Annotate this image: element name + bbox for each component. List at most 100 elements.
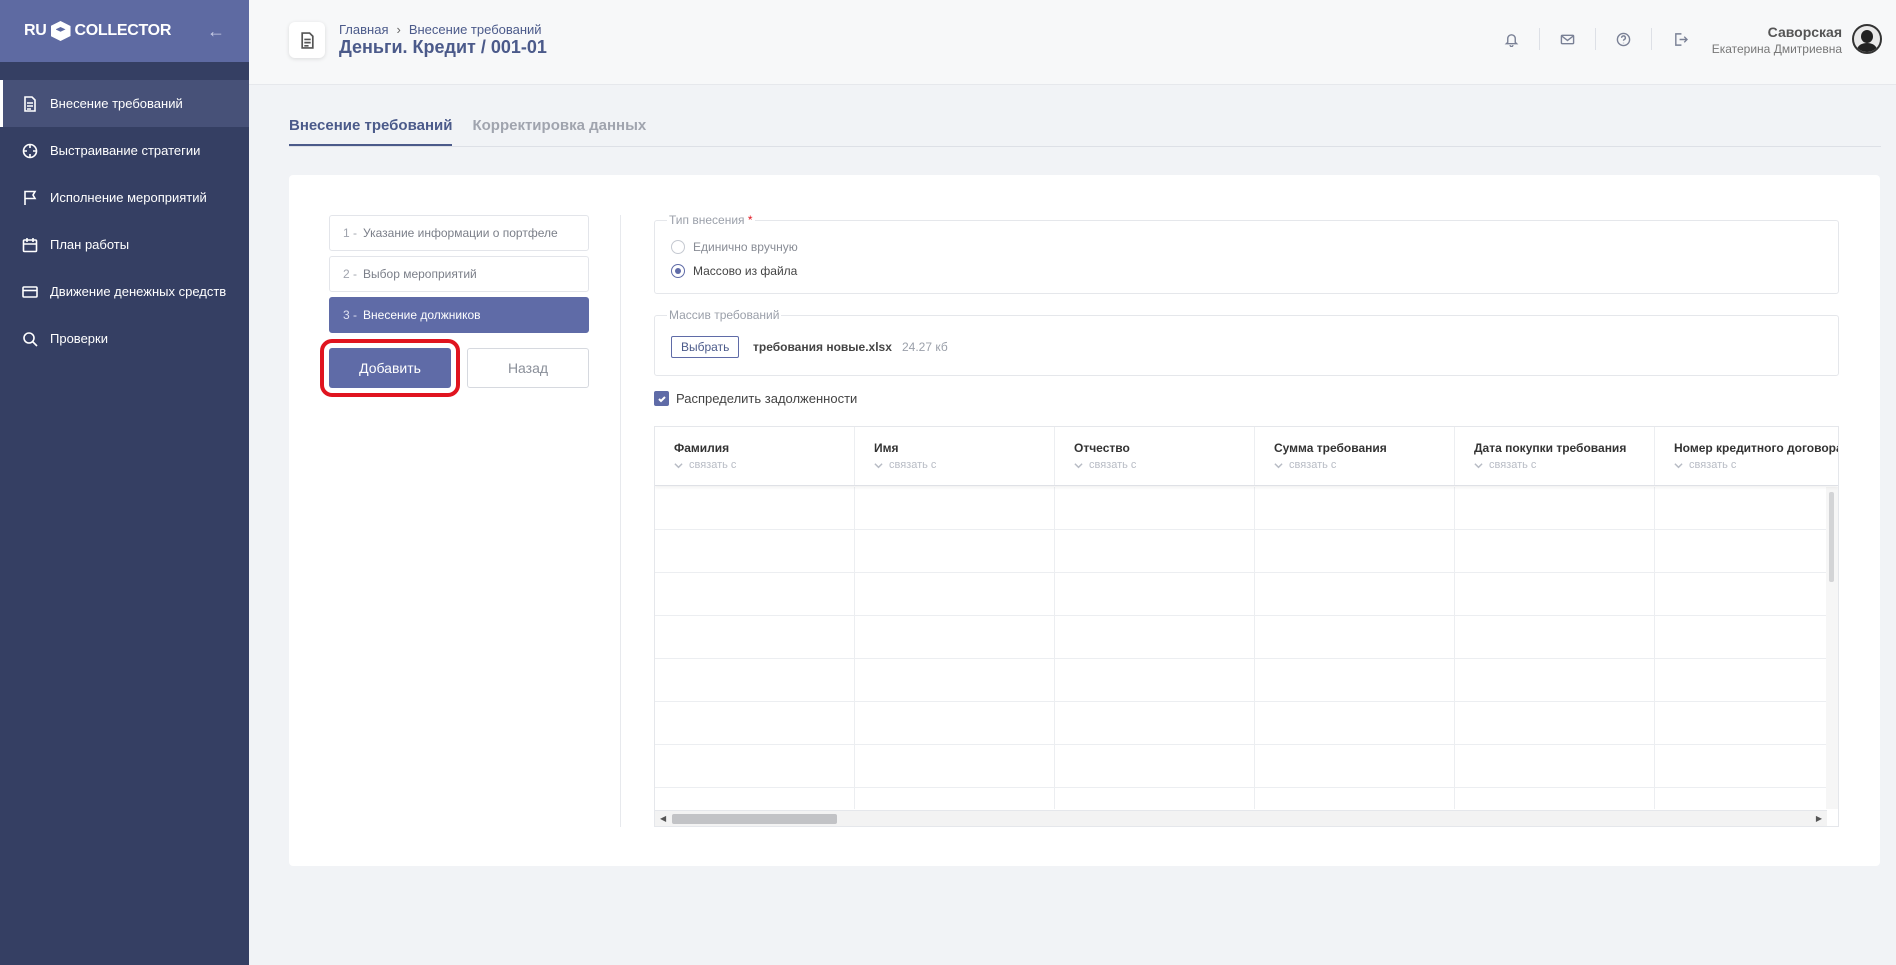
vertical-scrollbar-thumb[interactable] [1829,492,1834,582]
radio-button-unchecked[interactable] [671,240,685,254]
bell-icon[interactable] [1484,28,1540,50]
user-info[interactable]: Саворская Екатерина Дмитриевна [1712,24,1842,56]
chevron-down-icon [1474,462,1483,468]
file-legend: Массив требований [667,308,782,322]
mail-icon[interactable] [1540,28,1596,50]
flag-icon [22,190,38,206]
sidebar-item-label: Выстраивание стратегии [50,143,201,158]
scroll-right-arrow-icon[interactable]: ▶ [1816,814,1822,823]
tabs: Внесение требований Корректировка данных [289,117,1881,147]
logout-icon[interactable] [1652,28,1708,50]
steps-list: 1 - Указание информации о портфеле 2 - В… [329,215,589,338]
horizontal-scrollbar[interactable]: ◀ ▶ [655,810,1827,826]
breadcrumb-current[interactable]: Внесение требований [409,22,542,37]
breadcrumb-separator: › [396,22,401,37]
mapping-table: Фамилия связать с Имя связать с Отчество… [654,426,1839,827]
header-icons [1484,28,1708,50]
sidebar-item-strategy[interactable]: Выстраивание стратегии [0,127,249,174]
avatar[interactable] [1852,24,1882,54]
sidebar-item-cash-flow[interactable]: Движение денежных средств [0,268,249,315]
file-name: требования новые.xlsx [753,340,892,354]
link-with-dropdown[interactable]: связать с [874,459,1054,471]
checkbox-checked[interactable] [654,391,669,406]
back-button[interactable]: Назад [467,348,589,388]
column-title: Отчество [1074,441,1130,455]
breadcrumb-home[interactable]: Главная [339,22,388,37]
check-icon [657,395,666,402]
table-body [655,487,1827,809]
table-row [655,530,1827,573]
link-text: связать с [1489,459,1537,471]
column-title: Фамилия [674,441,730,455]
scroll-left-arrow-icon[interactable]: ◀ [660,814,666,823]
help-icon[interactable] [1596,28,1652,50]
top-header: Главная › Внесение требований Деньги. Кр… [249,0,1896,85]
radio-label: Массово из файла [693,264,798,278]
link-with-dropdown[interactable]: связать с [1474,459,1654,471]
choose-file-button[interactable]: Выбрать [671,336,740,358]
link-with-dropdown[interactable]: связать с [1274,459,1454,471]
tab-data-correction[interactable]: Корректировка данных [472,117,646,146]
sidebar-item-label: Исполнение мероприятий [50,190,207,205]
column-header-amount: Сумма требования связать с [1255,427,1455,485]
radio-button-checked[interactable] [671,264,685,278]
step-portfolio-info[interactable]: 1 - Указание информации о портфеле [329,215,589,251]
sidebar-item-requirements[interactable]: Внесение требований [0,80,249,127]
step-label: Выбор мероприятий [363,267,477,281]
sidebar-item-label: План работы [50,237,130,252]
table-row [655,745,1827,788]
sidebar-item-checks[interactable]: Проверки [0,315,249,362]
table-row [655,573,1827,616]
link-text: связать с [689,459,737,471]
credit-card-icon [22,284,38,300]
horizontal-scrollbar-thumb[interactable] [672,814,837,824]
logo-text-left: RU [24,22,47,39]
page-document-icon [289,22,325,58]
column-header-contract-number: Номер кредитного договора связать с [1655,427,1838,485]
sidebar-item-label: Внесение требований [50,96,183,111]
column-header-purchase-date: Дата покупки требования связать с [1455,427,1655,485]
sidebar-header: RU COLLECTOR ← [0,0,249,62]
user-last-name: Саворская [1767,24,1842,40]
add-button[interactable]: Добавить [320,339,460,397]
link-with-dropdown[interactable]: связать с [674,459,854,471]
distribute-debts-checkbox[interactable]: Распределить задолженности [654,391,857,406]
sidebar-nav: Внесение требований Выстраивание стратег… [0,80,249,362]
table-row [655,788,1827,809]
logo-text-right: COLLECTOR [74,22,172,39]
sidebar-item-label: Проверки [50,331,108,346]
column-title: Имя [874,441,899,455]
radio-manual[interactable]: Единично вручную [671,240,798,254]
link-with-dropdown[interactable]: связать с [1074,459,1254,471]
column-header-patronymic: Отчество связать с [1055,427,1255,485]
sidebar-item-activities[interactable]: Исполнение мероприятий [0,174,249,221]
step-buttons: Добавить Назад [320,339,589,397]
column-header-surname: Фамилия связать с [655,427,855,485]
calendar-icon [22,237,38,253]
link-with-dropdown[interactable]: связать с [1674,459,1838,471]
link-text: связать с [1089,459,1137,471]
page-title: Деньги. Кредит / 001-01 [339,37,547,57]
table-row [655,616,1827,659]
sidebar: RU COLLECTOR ← Внесение требований Выстр… [0,0,249,965]
requirements-file-group: Массив требований Выбрать требования нов… [654,308,1839,376]
table-header: Фамилия связать с Имя связать с Отчество… [655,427,1838,486]
column-header-name: Имя связать с [855,427,1055,485]
logo[interactable]: RU COLLECTOR [24,21,171,41]
arrow-left-icon[interactable]: ← [207,21,225,42]
step-activities-choice[interactable]: 2 - Выбор мероприятий [329,256,589,292]
table-row [655,487,1827,530]
link-text: связать с [1289,459,1337,471]
tab-requirements-entry[interactable]: Внесение требований [289,117,453,146]
vertical-scrollbar[interactable] [1826,487,1838,809]
step-number: 2 - [343,267,358,281]
radio-bulk-file[interactable]: Массово из файла [671,264,797,278]
sidebar-item-work-plan[interactable]: План работы [0,221,249,268]
search-icon [22,331,38,347]
chevron-down-icon [1274,462,1283,468]
required-mark: * [747,213,753,227]
table-row [655,659,1827,702]
chevron-down-icon [1674,462,1683,468]
step-debtors-entry[interactable]: 3 - Внесение должников [329,297,589,333]
radio-label: Единично вручную [693,240,798,254]
